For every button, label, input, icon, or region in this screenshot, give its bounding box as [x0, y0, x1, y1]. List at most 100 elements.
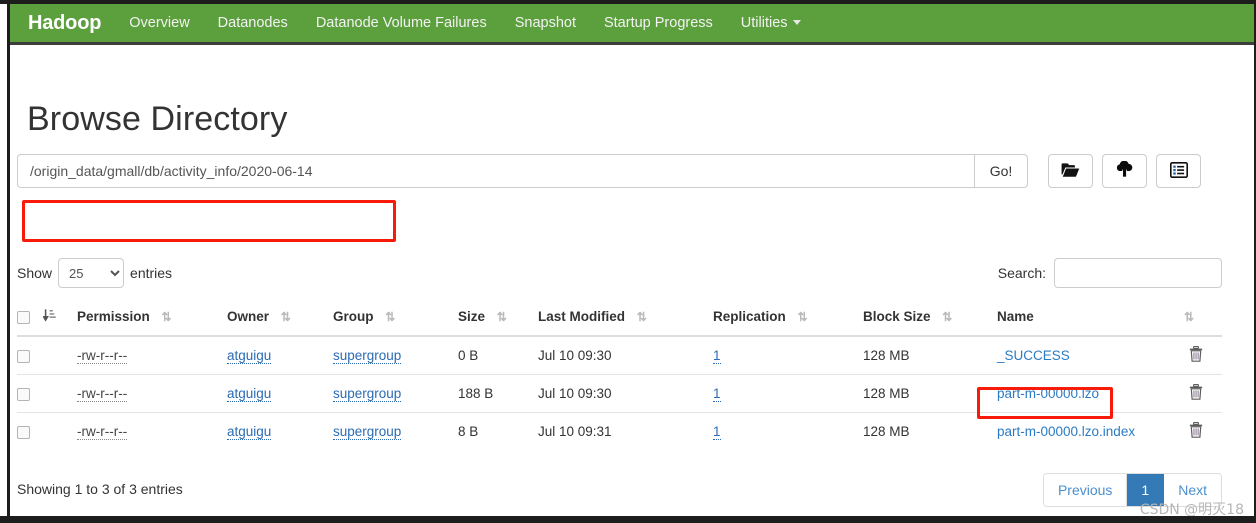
cell-permission[interactable]: -rw-r--r-- — [77, 336, 227, 375]
length-control: Show 25 50 100 entries — [17, 258, 172, 288]
cell-permission[interactable]: -rw-r--r-- — [77, 412, 227, 450]
cell-name[interactable]: part-m-00000.lzo — [997, 374, 1176, 413]
row-select-cell[interactable] — [17, 336, 43, 375]
go-button[interactable]: Go! — [974, 154, 1028, 188]
cell-actions[interactable] — [1176, 412, 1222, 450]
select-all-checkbox[interactable] — [17, 310, 30, 324]
cell-last-modified: Jul 10 09:30 — [538, 374, 713, 413]
table-controls-row: Show 25 50 100 entries Search: — [17, 258, 1222, 288]
th-replication[interactable]: Replication ⇅ — [713, 300, 863, 337]
sort-icon[interactable]: ⇅ — [637, 311, 647, 323]
delete-row-button[interactable] — [1189, 422, 1203, 441]
nav-item-overview[interactable]: Overview — [115, 4, 203, 42]
cut-list-button[interactable] — [1156, 154, 1201, 188]
sort-icon[interactable]: ⇅ — [798, 311, 808, 323]
th-permission[interactable]: Permission ⇅ — [77, 300, 227, 337]
search-label: Search: — [997, 265, 1046, 281]
th-group[interactable]: Group ⇅ — [333, 300, 458, 337]
cell-actions[interactable] — [1176, 336, 1222, 375]
replication-value[interactable]: 1 — [713, 348, 721, 364]
replication-value[interactable]: 1 — [713, 424, 721, 440]
sort-icon[interactable]: ⇅ — [281, 311, 291, 323]
replication-value[interactable]: 1 — [713, 386, 721, 402]
cell-actions[interactable] — [1176, 374, 1222, 413]
nav-item-datanode-volume-failures[interactable]: Datanode Volume Failures — [302, 4, 501, 42]
cell-last-modified: Jul 10 09:30 — [538, 348, 612, 363]
row-checkbox[interactable] — [17, 425, 30, 439]
cell-owner[interactable]: atguigu — [227, 336, 333, 375]
th-actions[interactable]: ⇅ — [1176, 300, 1222, 337]
th-sort-all[interactable] — [42, 300, 77, 337]
upload-button[interactable] — [1102, 154, 1147, 188]
cell-replication[interactable]: 1 — [713, 374, 863, 413]
cell-name[interactable]: part-m-00000.lzo.index — [997, 412, 1176, 450]
cell-group[interactable]: supergroup — [333, 412, 458, 450]
owner-value[interactable]: atguigu — [227, 348, 272, 364]
row-spacer-cell — [43, 336, 77, 375]
folder-open-icon — [1061, 162, 1080, 181]
sort-icon[interactable]: ⇅ — [1184, 311, 1194, 323]
sort-icon[interactable]: ⇅ — [385, 311, 395, 323]
cell-name[interactable]: _SUCCESS — [997, 336, 1176, 375]
group-value[interactable]: supergroup — [333, 386, 402, 402]
path-input[interactable] — [17, 154, 974, 188]
delete-row-button[interactable] — [1189, 346, 1203, 365]
nav-item-datanodes-label: Datanodes — [217, 15, 288, 31]
permission-value[interactable]: -rw-r--r-- — [77, 424, 128, 440]
th-size[interactable]: Size ⇅ — [458, 300, 538, 337]
file-name-link[interactable]: _SUCCESS — [997, 348, 1070, 363]
sort-icon[interactable]: ⇅ — [162, 311, 172, 323]
sort-icon[interactable]: ⇅ — [942, 311, 952, 323]
search-input[interactable] — [1054, 258, 1222, 288]
table-row[interactable]: -rw-r--r-- atguigu supergroup 8 B Jul 10… — [17, 412, 1222, 450]
page-length-select[interactable]: 25 50 100 — [58, 258, 125, 288]
open-folder-button[interactable] — [1048, 154, 1093, 188]
path-input-group: Go! — [17, 154, 1028, 188]
permission-value[interactable]: -rw-r--r-- — [77, 348, 128, 364]
th-select-all[interactable] — [17, 300, 43, 337]
delete-row-button[interactable] — [1189, 384, 1203, 403]
cell-size: 188 B — [458, 374, 538, 413]
th-name-label: Name — [997, 309, 1034, 324]
th-name[interactable]: Name — [997, 300, 1176, 337]
nav-item-datanodes[interactable]: Datanodes — [204, 4, 302, 42]
cloud-upload-icon — [1115, 160, 1134, 181]
row-checkbox[interactable] — [17, 349, 30, 363]
nav-item-utilities[interactable]: Utilities — [727, 4, 815, 42]
cell-group[interactable]: supergroup — [333, 336, 458, 375]
nav-item-startup-progress[interactable]: Startup Progress — [590, 4, 727, 42]
table-row[interactable]: -rw-r--r-- atguigu supergroup 188 B Jul … — [17, 374, 1222, 413]
th-group-label: Group — [333, 309, 374, 324]
th-last-modified[interactable]: Last Modified ⇅ — [538, 300, 713, 337]
sort-amount-desc-icon[interactable] — [42, 309, 57, 325]
cell-owner[interactable]: atguigu — [227, 412, 333, 450]
nav-item-snapshot[interactable]: Snapshot — [501, 4, 590, 42]
sort-icon[interactable]: ⇅ — [497, 311, 507, 323]
brand-hadoop[interactable]: Hadoop — [10, 4, 115, 42]
cell-replication[interactable]: 1 — [713, 336, 863, 375]
cell-replication[interactable]: 1 — [713, 412, 863, 450]
table-row[interactable]: -rw-r--r-- atguigu supergroup 0 B Jul 10… — [17, 336, 1222, 375]
owner-value[interactable]: atguigu — [227, 424, 272, 440]
permission-value[interactable]: -rw-r--r-- — [77, 386, 128, 402]
cell-permission[interactable]: -rw-r--r-- — [77, 374, 227, 413]
row-checkbox[interactable] — [17, 387, 30, 401]
owner-value[interactable]: atguigu — [227, 386, 272, 402]
page-title: Browse Directory — [27, 100, 288, 138]
cell-group[interactable]: supergroup — [333, 374, 458, 413]
list-alt-icon — [1169, 161, 1188, 181]
file-name-link[interactable]: part-m-00000.lzo.index — [997, 424, 1135, 439]
row-select-cell[interactable] — [17, 412, 43, 450]
th-block-size[interactable]: Block Size ⇅ — [863, 300, 997, 337]
file-name-link[interactable]: part-m-00000.lzo — [997, 386, 1099, 401]
nav-item-snapshot-label: Snapshot — [514, 15, 576, 31]
pagination-previous[interactable]: Previous — [1043, 474, 1128, 506]
cell-owner[interactable]: atguigu — [227, 374, 333, 413]
cell-block-size: 128 MB — [863, 374, 997, 413]
file-table-body: -rw-r--r-- atguigu supergroup 0 B Jul 10… — [17, 336, 1222, 450]
nav-item-overview-label: Overview — [129, 15, 190, 31]
group-value[interactable]: supergroup — [333, 424, 402, 440]
row-select-cell[interactable] — [17, 374, 43, 413]
th-owner[interactable]: Owner ⇅ — [227, 300, 333, 337]
group-value[interactable]: supergroup — [333, 348, 402, 364]
